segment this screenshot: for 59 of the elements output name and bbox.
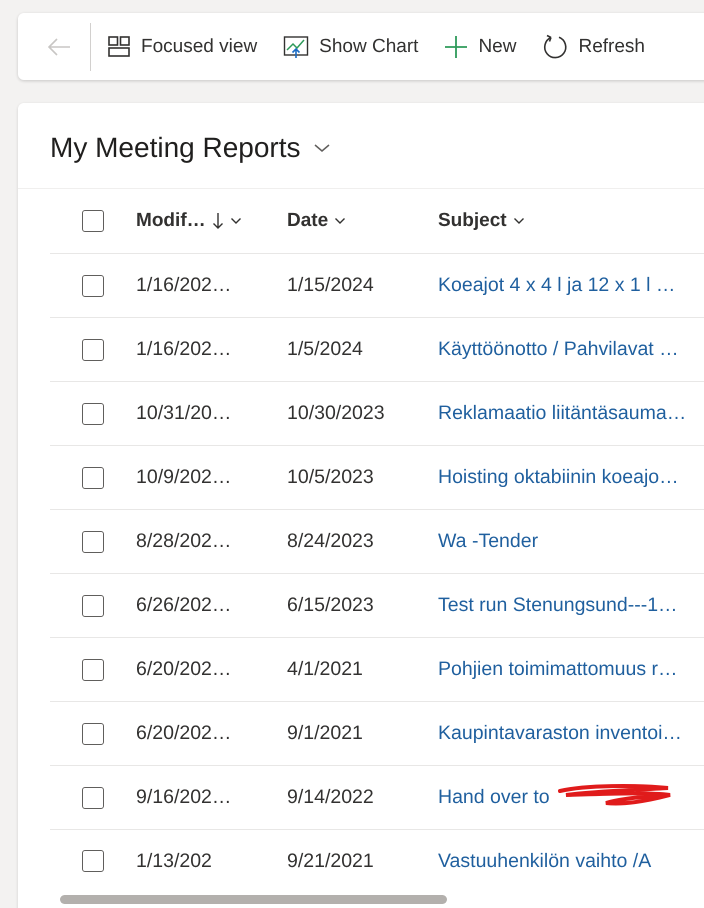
row-checkbox[interactable] [82,402,104,424]
modified-cell: 10/31/20… [136,402,232,424]
column-header[interactable]: Subject [438,210,525,232]
row-checkbox[interactable] [82,722,104,744]
column-header[interactable]: Modif… [136,210,242,232]
date-cell: 1/15/2024 [287,274,374,296]
chevron-down-icon [512,217,525,225]
chart-button[interactable]: Show Chart [283,34,418,58]
subject-link[interactable]: Pohjien toimimattomuus r… [438,658,678,680]
date-cell: 10/30/2023 [287,402,385,424]
row-checkbox[interactable] [82,466,104,488]
chevron-down-icon [334,217,346,225]
date-cell: 10/5/2023 [287,466,374,488]
modified-cell: 10/9/202… [136,466,232,488]
row-checkbox[interactable] [82,274,104,296]
modified-cell: 6/20/202… [136,722,232,744]
date-cell: 9/1/2021 [287,722,363,744]
date-cell: 6/15/2023 [287,594,374,616]
modified-cell: 1/16/202… [136,338,232,360]
row-checkbox[interactable] [82,850,104,872]
subject-link[interactable]: Koeajot 4 x 4 l ja 12 x 1 l … [438,274,676,296]
subject-link[interactable]: Käyttöönotto / Pahvilavat … [438,338,679,360]
subject-link[interactable]: Vastuuhenkilön vaihto /A [438,850,652,872]
refresh-icon [542,34,568,60]
date-cell: 1/5/2024 [287,338,363,360]
subject-link[interactable]: Kaupintavaraston inventoi… [438,722,682,744]
chevron-down-icon [230,217,242,225]
modified-cell: 9/16/202… [136,786,232,808]
subject-link[interactable]: Reklamaatio liitäntäsauma… [438,402,686,424]
select-all-checkbox[interactable] [82,210,104,232]
column-header[interactable]: Date [287,210,346,232]
subject-link[interactable]: Hand over to [438,786,550,808]
modified-cell: 1/16/202… [136,274,232,296]
row-checkbox[interactable] [82,594,104,616]
modified-cell: 6/26/202… [136,594,232,616]
row-checkbox[interactable] [82,658,104,680]
subject-link[interactable]: Test run Stenungsund---1… [438,594,678,616]
modified-cell: 6/20/202… [136,658,232,680]
view-title: My Meeting Reports [50,132,301,164]
chevron-down-icon[interactable] [312,142,331,154]
date-cell: 8/24/2023 [287,530,374,552]
subject-link[interactable]: Hoisting oktabiinin koeajo… [438,466,679,488]
plus-icon [444,34,468,58]
modified-cell: 8/28/202… [136,530,232,552]
date-cell: 9/21/2021 [287,850,374,872]
date-cell: 9/14/2022 [287,786,374,808]
row-checkbox[interactable] [82,338,104,360]
focused-button[interactable]: Focused view [107,34,258,58]
modified-cell: 1/13/202 [136,850,212,872]
refresh-button[interactable]: Refresh [542,34,645,60]
back-arrow-icon [46,36,72,56]
date-cell: 4/1/2021 [287,658,363,680]
layout-icon [107,34,131,58]
chart-icon [283,34,310,58]
new-button[interactable]: New [444,34,516,58]
subject-link[interactable]: Wa -Tender [438,530,538,552]
row-checkbox[interactable] [82,530,104,552]
horizontal-scrollbar[interactable] [60,894,447,904]
row-checkbox[interactable] [82,786,104,808]
